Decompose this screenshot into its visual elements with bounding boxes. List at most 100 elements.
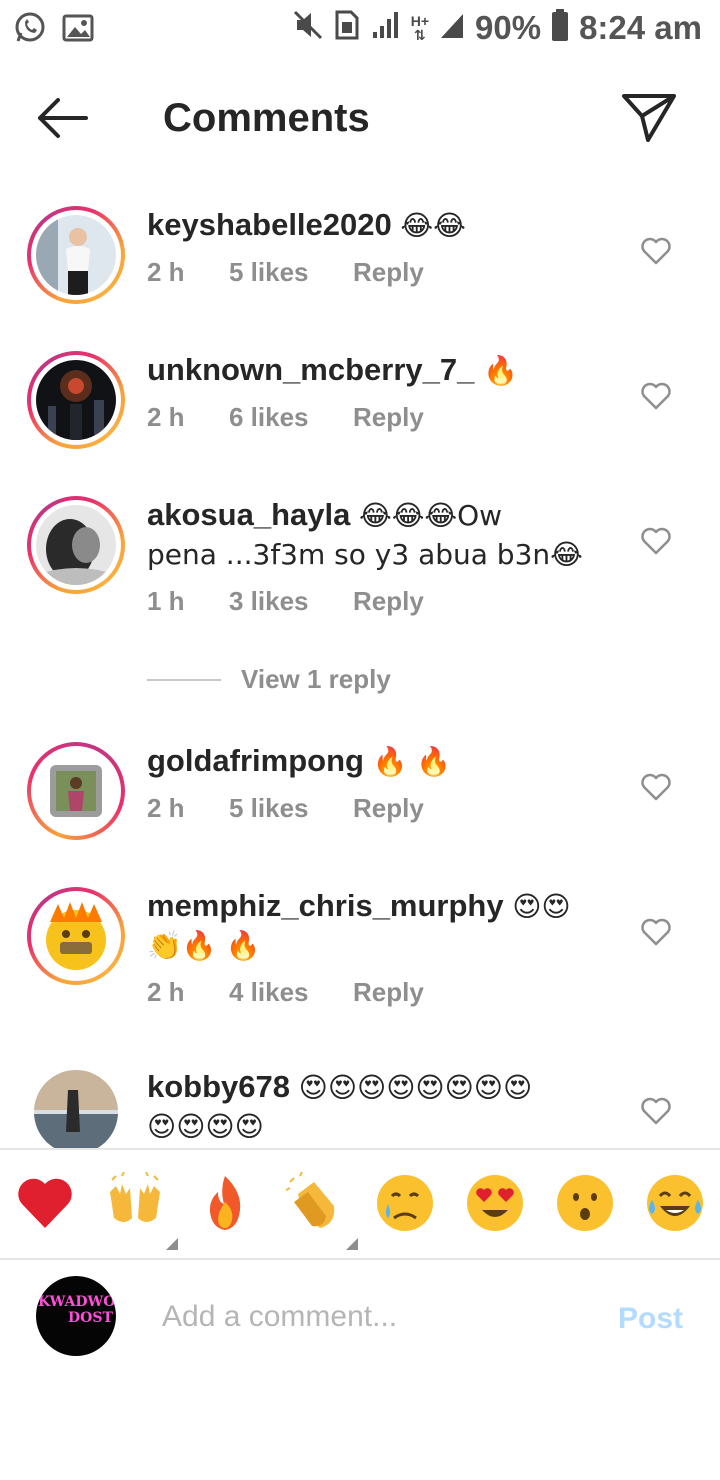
signal-icon [371, 10, 401, 45]
comment-username[interactable]: keyshabelle2020 [147, 207, 392, 242]
reply-button[interactable]: Reply [353, 793, 424, 824]
page-title: Comments [163, 96, 370, 140]
comment-time: 2 h [147, 402, 185, 432]
comment-likes[interactable]: 4 likes [229, 977, 353, 1008]
header: Comments [0, 60, 720, 176]
comment-username[interactable]: kobby678 [147, 1069, 290, 1104]
share-button[interactable] [618, 90, 680, 146]
comment-text-continued: pena ...3f3m so y3 abua b3n😂 [147, 538, 583, 571]
emoji-crying-button[interactable] [374, 1172, 436, 1234]
battery-percent: 90% [475, 8, 542, 46]
back-button[interactable] [30, 90, 94, 146]
comment-input[interactable] [162, 1292, 582, 1342]
reply-button[interactable]: Reply [353, 977, 424, 1008]
network-type: H+ [410, 12, 430, 29]
comment-username[interactable]: akosua_hayla [147, 497, 350, 532]
clapping-hands-icon [285, 1171, 335, 1228]
comment-likes[interactable]: 5 likes [229, 793, 353, 824]
tears-of-joy-icon [647, 1175, 703, 1231]
avatar [36, 505, 116, 585]
gallery-icon [60, 10, 96, 51]
like-button[interactable] [640, 772, 672, 802]
data-network-icon: H+ ⇅ [410, 12, 430, 43]
post-button[interactable]: Post [618, 1302, 683, 1336]
red-heart-icon [18, 1178, 72, 1228]
comment-username[interactable]: memphiz_chris_murphy [147, 888, 504, 923]
view-replies-label: View 1 reply [241, 664, 391, 694]
like-button[interactable] [640, 917, 672, 947]
story-ring[interactable] [27, 742, 125, 840]
heart-outline-icon [641, 773, 671, 801]
heart-outline-icon [641, 1097, 671, 1125]
paper-plane-icon [622, 94, 676, 142]
like-button[interactable] [640, 236, 672, 266]
fire-icon [209, 1176, 241, 1230]
comment-time: 1 h [147, 586, 185, 616]
surprised-face-icon [557, 1175, 613, 1231]
like-button[interactable] [640, 526, 672, 556]
heart-eyes-icon [467, 1175, 523, 1231]
comment-text-continued: 👏🔥 🔥 [147, 929, 261, 962]
view-replies-button[interactable]: View 1 reply [147, 664, 391, 695]
heart-outline-icon [641, 527, 671, 555]
clock: 8:24 am [579, 8, 702, 46]
emoji-heart-button[interactable] [14, 1172, 76, 1234]
skin-tone-indicator [346, 1238, 358, 1250]
emoji-raising-hands-button[interactable] [104, 1171, 178, 1250]
like-button[interactable] [640, 1096, 672, 1126]
emoji-surprised-button[interactable] [554, 1172, 616, 1234]
comment-time: 2 h [147, 257, 185, 287]
story-ring[interactable] [27, 496, 125, 594]
divider [147, 678, 221, 681]
status-bar: H+ ⇅ 90% 8:24 am [0, 0, 720, 58]
comment-likes[interactable]: 3 likes [229, 586, 353, 617]
story-ring[interactable] [27, 887, 125, 985]
story-ring[interactable] [27, 206, 125, 304]
avatar [36, 896, 116, 976]
signal-2-icon [439, 10, 465, 45]
comment-text-continued: 😍😍😍😍 [147, 1110, 264, 1143]
story-ring[interactable] [27, 351, 125, 449]
reply-button[interactable]: Reply [353, 402, 424, 433]
comment-time: 2 h [147, 977, 185, 1007]
comment-username[interactable]: goldafrimpong [147, 743, 364, 778]
comment-text: 🔥 🔥 [372, 745, 452, 778]
avatar [36, 751, 116, 831]
comment-likes[interactable]: 5 likes [229, 257, 353, 288]
avatar [36, 360, 116, 440]
comment-time: 2 h [147, 793, 185, 823]
heart-outline-icon [641, 918, 671, 946]
sim-icon [333, 8, 361, 47]
mute-icon [293, 8, 323, 47]
comment-text: 😍😍 [512, 890, 571, 923]
arrow-left-icon [38, 98, 88, 138]
avatar-frame[interactable] [34, 1070, 118, 1148]
emoji-clapping-button[interactable] [284, 1171, 358, 1250]
comments-list[interactable]: keyshabelle2020 😂😂 2 h 5 likes Reply unk… [0, 178, 720, 1148]
comment-text: 😍😍😍😍😍😍😍😍 [298, 1071, 533, 1104]
emoji-quick-bar [0, 1148, 720, 1260]
comment-text: 🔥 [482, 354, 518, 387]
whatsapp-icon [12, 10, 48, 51]
emoji-tears-of-joy-button[interactable] [644, 1172, 706, 1234]
like-button[interactable] [640, 381, 672, 411]
avatar-logo-line2: DOST [68, 1310, 113, 1326]
avatar-logo-line1: KWADWO [38, 1294, 116, 1310]
emoji-heart-eyes-button[interactable] [464, 1172, 526, 1234]
reply-button[interactable]: Reply [353, 586, 424, 617]
comment-composer: KWADWO DOST Post [0, 1262, 720, 1372]
comment-username[interactable]: unknown_mcberry_7_ [147, 352, 474, 387]
raising-hands-icon [110, 1171, 160, 1222]
avatar [36, 215, 116, 295]
reply-button[interactable]: Reply [353, 257, 424, 288]
battery-icon [551, 8, 569, 47]
crying-face-icon [377, 1175, 433, 1231]
comment-likes[interactable]: 6 likes [229, 402, 353, 433]
avatar [34, 1070, 118, 1148]
my-avatar: KWADWO DOST [36, 1276, 116, 1356]
heart-outline-icon [641, 382, 671, 410]
skin-tone-indicator [166, 1238, 178, 1250]
comment-text: 😂😂😂Ow [358, 499, 503, 532]
heart-outline-icon [641, 237, 671, 265]
emoji-fire-button[interactable] [194, 1172, 256, 1234]
